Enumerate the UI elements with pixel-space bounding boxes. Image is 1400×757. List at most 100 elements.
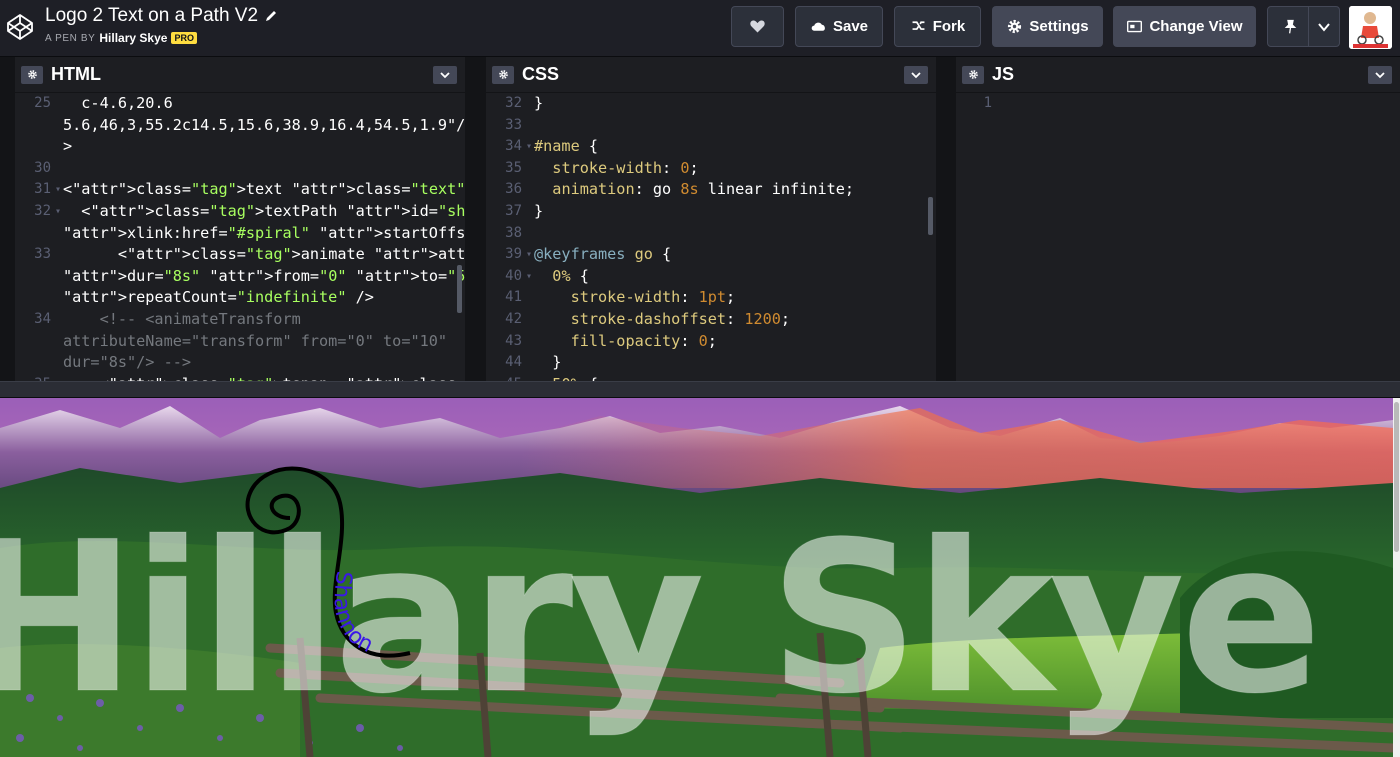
code-line[interactable]: 5.6,46,3,55.2c14.5,15.6,38.9,16.4,54.5,1… [15, 115, 465, 137]
code-line[interactable]: 35 <"attr">class="tag">tspan "attr">clas… [15, 374, 465, 381]
preview-scrollbar[interactable] [1393, 398, 1400, 757]
code-line[interactable]: 40 ▾ 0% { [486, 266, 936, 288]
line-number: 1 [983, 95, 992, 111]
code-line[interactable]: dur="8s"/> --> [15, 352, 465, 374]
code-text: attributeName="transform" from="0" to="1… [63, 331, 448, 350]
css-code-area[interactable]: 32} 33 34 ▾ #name {35 stroke-width: 0; 36 ani… [486, 93, 936, 381]
pin-divider [1308, 7, 1309, 46]
code-text: } [534, 353, 562, 372]
chevron-down-icon[interactable] [904, 66, 928, 84]
author-link[interactable]: Hillary Skye [99, 31, 167, 45]
line-number [15, 115, 55, 137]
preview-resize-handle[interactable] [0, 381, 1400, 398]
line-number: 34 [34, 310, 51, 327]
settings-button[interactable]: Settings [992, 6, 1103, 47]
pen-title[interactable]: Logo 2 Text on a Path V2 [45, 5, 278, 27]
code-line[interactable]: attributeName="transform" from="0" to="1… [15, 331, 465, 353]
line-number: 34 [505, 138, 522, 155]
pen-title-text[interactable]: Logo 2 Text on a Path V2 [45, 5, 258, 27]
chevron-down-icon[interactable] [433, 66, 457, 84]
line-number: 31 [34, 181, 51, 198]
code-line[interactable]: "attr">repeatCount="indefinite" /> [15, 287, 465, 309]
code-line[interactable]: 30 [15, 158, 465, 180]
css-settings-icon[interactable] [492, 65, 514, 84]
line-number [15, 223, 55, 245]
line-number: 45 [486, 374, 526, 381]
html-settings-icon[interactable] [21, 65, 43, 84]
fork-label: Fork [932, 18, 966, 35]
line-number [15, 331, 55, 353]
code-line[interactable]: 41 stroke-width: 1pt; [486, 287, 936, 309]
css-editor[interactable]: CSS 32} 33 34 ▾ #name {35 stroke-width: 0; 36… [486, 57, 936, 381]
code-text: <"attr">class="tag">animate "attr">attri… [63, 245, 465, 264]
js-editor[interactable]: JS 1 [956, 57, 1400, 381]
avatar-image [1349, 6, 1392, 49]
code-line[interactable]: 34 ▾ #name { [486, 136, 936, 158]
code-line[interactable]: 39 ▾ @keyframes go { [486, 244, 936, 266]
html-editor-title: HTML [51, 64, 101, 84]
code-line[interactable]: 33 <"attr">class="tag">animate "attr">at… [15, 244, 465, 266]
code-line[interactable]: 42 stroke-dashoffset: 1200; [486, 309, 936, 331]
code-line[interactable]: 35 stroke-width: 0; [486, 158, 936, 180]
line-number: 25 [34, 95, 51, 111]
code-text: "attr">xlink:href="#spiral" "attr">start… [63, 223, 465, 242]
fork-button[interactable]: Fork [894, 6, 981, 47]
html-code-area[interactable]: 25 c-4.6,20.6 5.6,46,3,55.2c14.5,15.6,38.… [15, 93, 465, 381]
code-line[interactable]: > [15, 136, 465, 158]
code-text: } [534, 94, 544, 112]
html-scrollbar[interactable] [457, 265, 462, 313]
change-view-button[interactable]: Change View [1113, 6, 1256, 47]
line-number: 33 [505, 116, 522, 133]
chevron-down-icon[interactable] [1317, 20, 1331, 34]
js-settings-icon[interactable] [962, 65, 984, 84]
code-line[interactable]: 43 fill-opacity: 0; [486, 331, 936, 353]
code-line[interactable]: "attr">dur="8s" "attr">from="0" "attr">t… [15, 266, 465, 288]
code-line[interactable]: 34 <!-- <animateTransform [15, 309, 465, 331]
codepen-logo-icon[interactable] [5, 12, 35, 42]
line-number: 35 [15, 374, 55, 381]
code-text: #name { [534, 137, 599, 156]
html-editor[interactable]: HTML 25 c-4.6,20.6 5.6,46,3,55.2c14.5,15.… [15, 57, 465, 381]
code-line[interactable]: "attr">xlink:href="#spiral" "attr">start… [15, 223, 465, 245]
code-line[interactable]: 38 [486, 223, 936, 245]
heart-icon [750, 20, 765, 33]
edit-pencil-icon[interactable] [264, 9, 278, 23]
code-text: stroke-dashoffset: 1200; [570, 309, 791, 328]
code-line[interactable]: 37} [486, 201, 936, 223]
pro-badge: PRO [171, 32, 197, 44]
code-line[interactable]: 44 } [486, 352, 936, 374]
code-text: "attr">dur="8s" "attr">from="0" "attr">t… [63, 266, 465, 285]
line-number: 39 [505, 246, 522, 263]
code-text: dur="8s"/> --> [63, 353, 192, 372]
code-line[interactable]: 1 [956, 93, 1400, 115]
avatar[interactable] [1349, 6, 1392, 49]
css-editor-title: CSS [522, 64, 560, 84]
code-line[interactable]: 31 ▾ <"attr">class="tag">text "attr">class… [15, 179, 465, 201]
code-line[interactable]: 33 [486, 115, 936, 137]
line-number: 37 [505, 202, 522, 219]
js-code-area[interactable]: 1 [956, 93, 1400, 115]
line-number: 42 [505, 310, 522, 327]
heart-button[interactable] [731, 6, 784, 47]
code-text: <"attr">class="tag">text "attr">class="t… [63, 180, 465, 199]
chevron-down-icon[interactable] [1368, 66, 1392, 84]
line-number: 33 [34, 246, 51, 263]
css-scrollbar[interactable] [928, 197, 933, 235]
code-text: > [63, 137, 73, 156]
code-line[interactable]: 32 ▾ <"attr">class="tag">textPath "attr">… [15, 201, 465, 223]
code-line[interactable]: 45▾ 50% { [486, 374, 936, 381]
save-button[interactable]: Save [795, 6, 883, 47]
code-line[interactable]: 25 c-4.6,20.6 [15, 93, 465, 115]
js-editor-header: JS [956, 57, 1400, 93]
code-text: animation: go 8s linear infinite; [552, 180, 855, 199]
pin-button[interactable] [1267, 6, 1340, 47]
code-text: <!-- <animateTransform [63, 309, 301, 328]
mountain-landscape-image: Hillary Skye Shannon [0, 398, 1393, 757]
code-text: @keyframes go { [534, 245, 672, 264]
line-number: 30 [34, 159, 51, 176]
preview-scrollbar-thumb[interactable] [1394, 402, 1399, 552]
byline: A PEN BY Hillary Skye PRO [45, 31, 278, 45]
code-line[interactable]: 32} [486, 93, 936, 115]
code-line[interactable]: 36 animation: go 8s linear infinite; [486, 179, 936, 201]
